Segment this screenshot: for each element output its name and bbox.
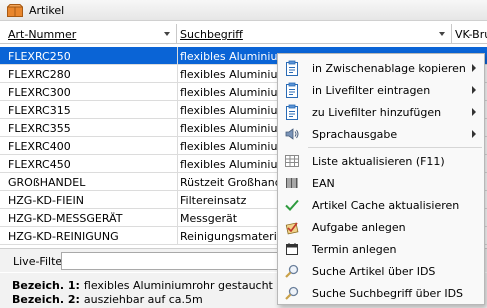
submenu-arrow-icon <box>472 64 476 72</box>
cell-art-nummer: FLEXRC315 <box>8 104 71 117</box>
column-divider <box>177 173 178 191</box>
menu-item-3[interactable]: Sprachausgabe <box>278 123 484 145</box>
cell-art-nummer: HZG-KD-REINIGUNG <box>8 230 119 243</box>
column-divider <box>177 227 178 245</box>
menu-item-label: Suche Suchbegriff über IDS <box>312 287 464 300</box>
menu-item-label: Sprachausgabe <box>312 128 398 141</box>
cell-art-nummer: FLEXRC280 <box>8 68 71 81</box>
submenu-arrow-icon <box>472 86 476 94</box>
sort-dropdown-icon[interactable] <box>164 32 170 36</box>
menu-item-7[interactable]: Aufgabe anlegen <box>278 216 484 238</box>
context-menu: in Zwischenablage kopieren in Livefilter … <box>277 53 485 305</box>
column-divider <box>177 119 178 137</box>
column-divider <box>177 83 178 101</box>
menu-item-2[interactable]: zu Livefilter hinzufügen <box>278 101 484 123</box>
cell-suchbegriff: flexibles Aluminiumroh <box>180 86 280 99</box>
column-header-label: VK-Bru <box>455 28 487 41</box>
menu-item-label: Suche Artikel über IDS <box>312 265 436 278</box>
menu-item-4[interactable]: Liste aktualisieren (F11) <box>278 150 484 172</box>
cell-art-nummer: HZG-KD-FIEIN <box>8 194 84 207</box>
menu-item-9[interactable]: Suche Artikel über IDS <box>278 260 484 282</box>
column-divider <box>177 101 178 119</box>
menu-separator <box>308 147 482 148</box>
grid-header: Art-Nummer Suchbegriff VK-Bru <box>0 24 487 44</box>
menu-item-label: Aufgabe anlegen <box>312 221 406 234</box>
detail-label-2: Bezeich. 2: <box>12 293 80 306</box>
column-divider <box>177 137 178 155</box>
cell-art-nummer: FLEXRC250 <box>8 50 71 63</box>
box-icon <box>7 4 23 17</box>
menu-item-5[interactable]: EAN <box>278 172 484 194</box>
cell-art-nummer: FLEXRC400 <box>8 140 71 153</box>
detail-value-2: ausziehbar auf ca.5m <box>83 293 203 306</box>
menu-item-label: Artikel Cache aktualisieren <box>312 199 460 212</box>
column-header-art-nummer[interactable]: Art-Nummer <box>0 24 177 44</box>
table-icon <box>284 153 300 169</box>
menu-item-1[interactable]: in Livefilter eintragen <box>278 79 484 101</box>
column-header-label: Art-Nummer <box>8 28 77 41</box>
detail-label-1: Bezeich. 1: <box>12 279 80 292</box>
column-header-vk-brutto[interactable]: VK-Bru <box>452 24 487 44</box>
window-title: Artikel <box>29 4 65 17</box>
column-divider <box>177 191 178 209</box>
menu-item-10[interactable]: Suche Suchbegriff über IDS <box>278 282 484 304</box>
column-header-suchbegriff[interactable]: Suchbegriff <box>177 24 452 44</box>
cell-suchbegriff: Rüstzeit Großhandel <box>180 176 280 189</box>
sort-dropdown-icon[interactable] <box>439 32 445 36</box>
detail-line-2: Bezeich. 2: ausziehbar auf ca.5m <box>12 293 203 306</box>
clipboard-icon <box>284 82 300 98</box>
column-header-label: Suchbegriff <box>180 28 243 41</box>
submenu-arrow-icon <box>472 108 476 116</box>
cell-art-nummer: FLEXRC450 <box>8 158 71 171</box>
checkmark-icon <box>284 197 300 213</box>
menu-item-label: Termin anlegen <box>312 243 397 256</box>
live-filter-input[interactable] <box>61 252 291 270</box>
column-divider <box>177 65 178 83</box>
magnifier-icon <box>284 263 300 279</box>
submenu-arrow-icon <box>472 130 476 138</box>
clipboard-icon <box>284 104 300 120</box>
cell-suchbegriff: flexibles Aluminiumroh <box>180 104 280 117</box>
task-icon <box>284 219 300 235</box>
cell-suchbegriff: Messgerät <box>180 212 238 225</box>
cell-art-nummer: FLEXRC355 <box>8 122 71 135</box>
column-divider <box>177 155 178 173</box>
window-titlebar: Artikel <box>0 0 487 21</box>
cell-suchbegriff: Reinigungsmaterial <box>180 230 280 243</box>
clipboard-icon <box>284 60 300 76</box>
cell-suchbegriff: Filtereinsatz <box>180 194 247 207</box>
cell-suchbegriff: flexibles Aluminiumroh <box>180 50 280 63</box>
barcode-icon <box>284 175 300 191</box>
cell-suchbegriff: flexibles Aluminiumroh <box>180 122 280 135</box>
column-divider <box>177 209 178 227</box>
menu-item-0[interactable]: in Zwischenablage kopieren <box>278 57 484 79</box>
cell-art-nummer: GROßHANDEL <box>8 176 86 189</box>
menu-item-8[interactable]: Termin anlegen <box>278 238 484 260</box>
menu-item-label: Liste aktualisieren (F11) <box>312 155 445 168</box>
menu-item-label: zu Livefilter hinzufügen <box>312 106 442 119</box>
menu-item-6[interactable]: Artikel Cache aktualisieren <box>278 194 484 216</box>
magnifier-icon <box>284 285 300 301</box>
cell-suchbegriff: flexibles Aluminiumroh <box>180 68 280 81</box>
detail-line-1: Bezeich. 1: flexibles Aluminiumrohr gesta… <box>12 279 318 292</box>
cell-art-nummer: FLEXRC300 <box>8 86 71 99</box>
menu-item-label: EAN <box>312 177 335 190</box>
speaker-icon <box>284 126 300 142</box>
cell-art-nummer: HZG-KD-MESSGERÄT <box>8 212 123 225</box>
menu-item-label: in Zwischenablage kopieren <box>312 62 466 75</box>
calendar-icon <box>284 241 300 257</box>
cell-suchbegriff: flexibles Aluminiumroh <box>180 158 280 171</box>
menu-item-label: in Livefilter eintragen <box>312 84 431 97</box>
column-divider <box>177 47 178 65</box>
cell-suchbegriff: flexibles Aluminiumroh <box>180 140 280 153</box>
live-filter-label: Live-Filter <box>13 255 67 268</box>
